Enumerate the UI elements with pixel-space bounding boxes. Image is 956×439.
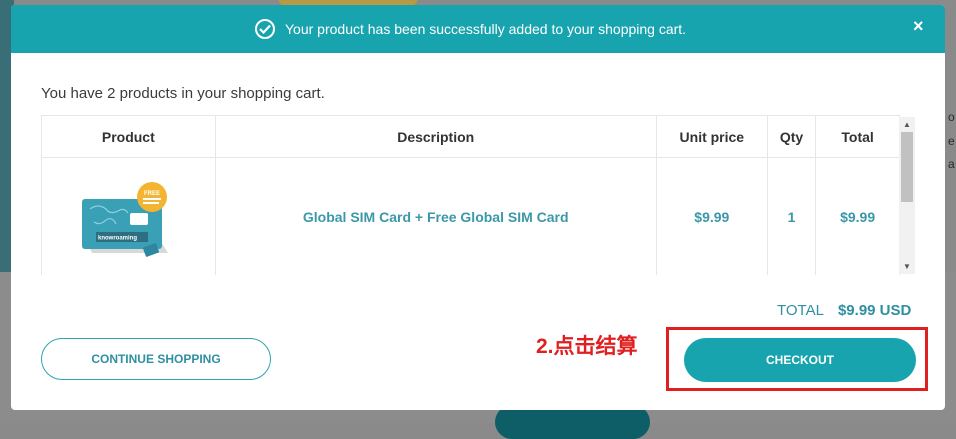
annotation-label: 2.点击结算 [536, 335, 638, 358]
product-brand-text: knowroaming [98, 236, 137, 242]
table-header-row: Product Description Unit price Qty Total [41, 115, 900, 158]
table-row: knowroaming FREE Global SIM Card + Free … [41, 157, 900, 275]
success-banner: Your product has been successfully added… [11, 5, 945, 53]
success-message: Your product has been successfully added… [255, 18, 686, 40]
cart-total: TOTAL $9.99 USD [777, 302, 911, 319]
background-text-2: e [948, 134, 955, 148]
column-header-total: Total [815, 115, 900, 158]
product-unit-price: $9.99 [655, 157, 768, 275]
annotation-highlight-box [666, 327, 928, 391]
column-header-product: Product [41, 115, 216, 158]
column-header-unit-price: Unit price [655, 115, 768, 158]
table-scrollbar[interactable]: ▲ ▼ [899, 117, 915, 274]
column-header-description: Description [214, 115, 657, 158]
product-image-cell: knowroaming FREE [41, 157, 216, 275]
cart-table: Product Description Unit price Qty Total [41, 115, 900, 275]
check-circle-icon [255, 19, 275, 39]
product-badge-text: FREE [144, 191, 160, 197]
scroll-up-icon[interactable]: ▲ [903, 120, 911, 129]
continue-shopping-button[interactable]: CONTINUE SHOPPING [41, 338, 271, 380]
scrollbar-thumb[interactable] [901, 132, 913, 202]
success-message-text: Your product has been successfully added… [285, 21, 687, 37]
background-text-1: o [948, 110, 955, 124]
total-amount: $9.99 USD [837, 302, 912, 319]
background-text-3: a [948, 157, 955, 171]
background-button [495, 405, 650, 439]
total-label: TOTAL [777, 302, 824, 319]
product-image[interactable]: knowroaming FREE [68, 167, 188, 267]
cart-table-container[interactable]: Product Description Unit price Qty Total [41, 115, 916, 275]
close-icon[interactable]: × [913, 16, 924, 37]
cart-summary: You have 2 products in your shopping car… [41, 85, 325, 102]
scroll-down-icon[interactable]: ▼ [903, 262, 911, 271]
product-description[interactable]: Global SIM Card + Free Global SIM Card [214, 157, 657, 275]
product-qty: 1 [766, 157, 817, 275]
column-header-qty: Qty [766, 115, 817, 158]
product-total: $9.99 [815, 157, 900, 275]
